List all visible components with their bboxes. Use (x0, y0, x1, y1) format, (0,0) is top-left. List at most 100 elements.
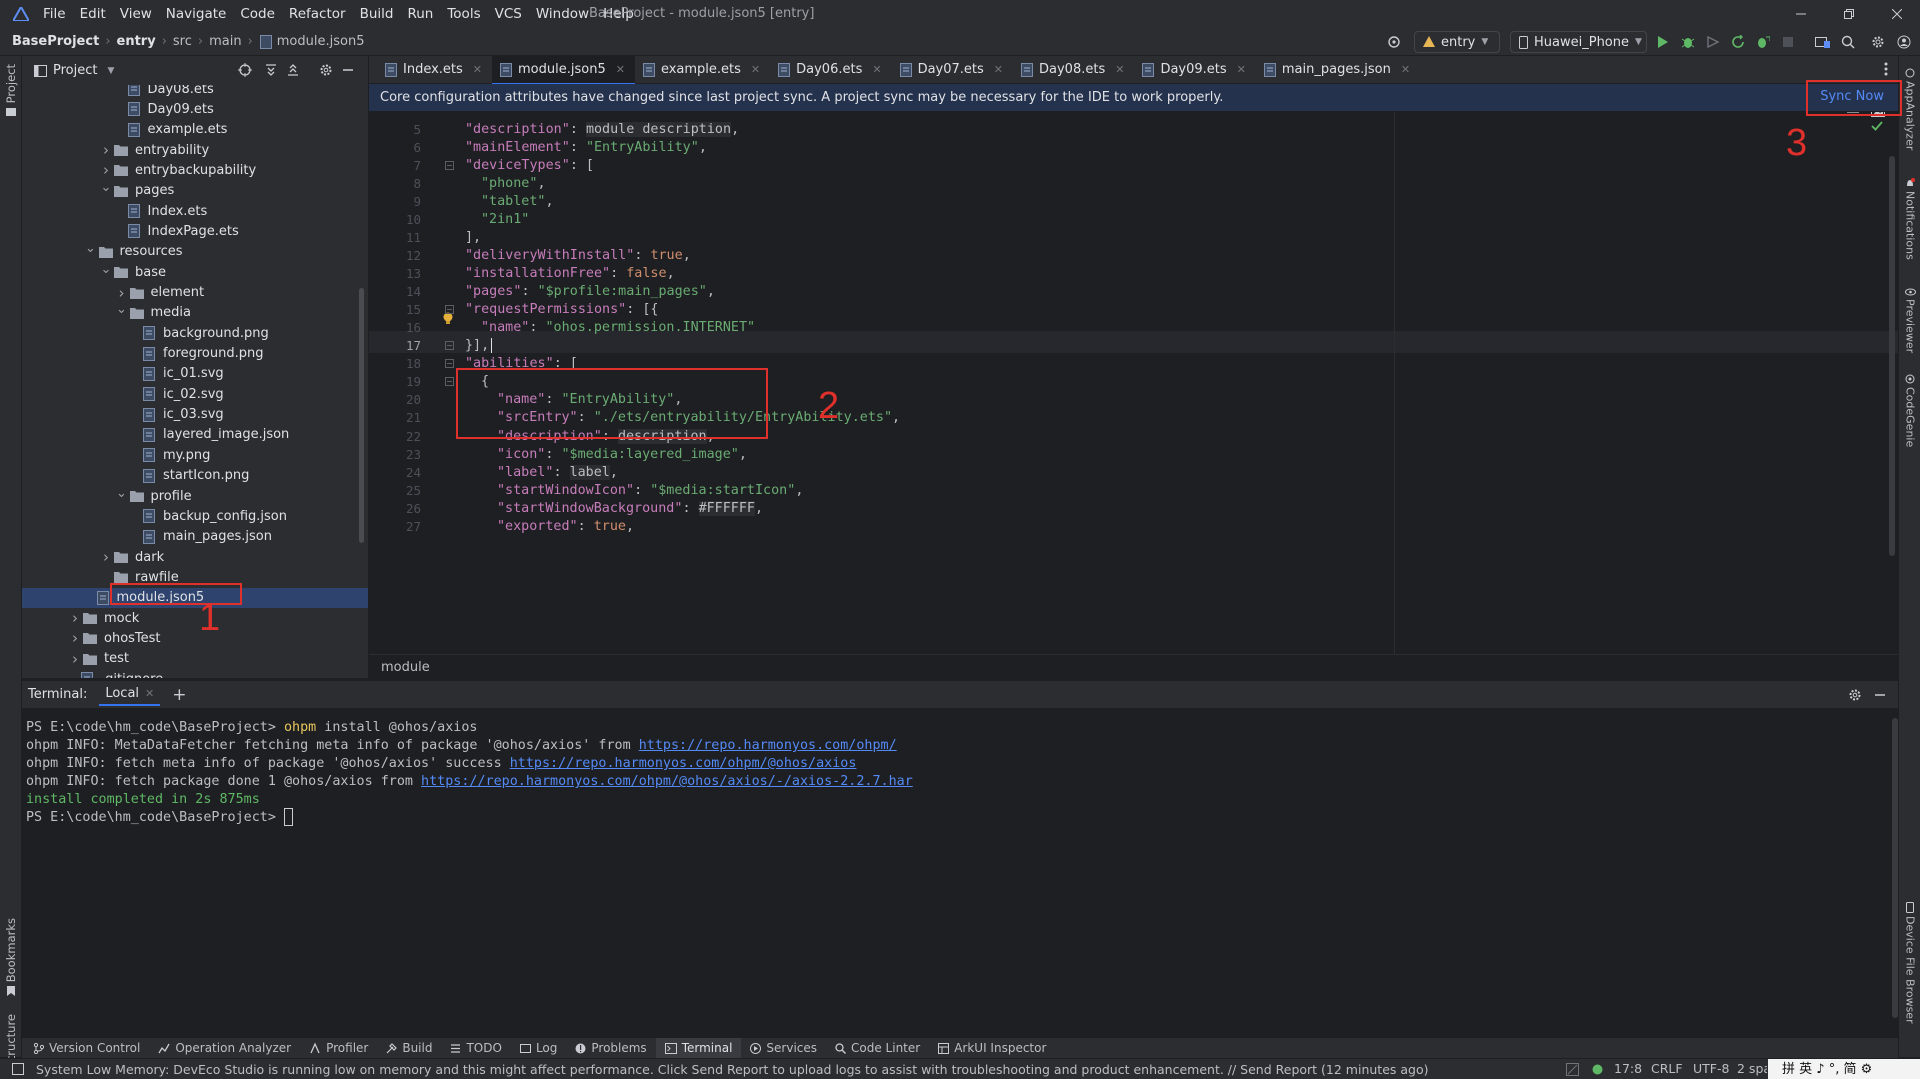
editor-tab[interactable]: Day07.ets ✕ (892, 56, 1013, 84)
tree-file-row[interactable]: IndexPage.ets (22, 221, 368, 241)
terminal-link[interactable]: https://repo.harmonyos.com/ohpm/@ohos/ax… (421, 774, 913, 789)
tree-file-row[interactable]: main_pages.json (22, 527, 368, 547)
menu-window[interactable]: Window (529, 0, 596, 28)
apply-changes-icon[interactable] (1730, 34, 1746, 50)
code-line[interactable]: "name": "ohos.permission.INTERNET" (481, 317, 755, 339)
breadcrumb-src[interactable]: src (173, 34, 192, 49)
editor-tab[interactable]: Day08.ets ✕ (1013, 56, 1134, 84)
tree-file-row[interactable]: layered_image.json (22, 425, 368, 445)
fold-marker-icon[interactable] (445, 161, 454, 171)
tree-folder-row[interactable]: ⌄ profile (22, 486, 368, 506)
tree-file-row[interactable]: ic_01.svg (22, 364, 368, 384)
close-tab-icon[interactable]: ✕ (473, 63, 482, 76)
tree-scrollbar[interactable] (359, 288, 364, 543)
chevron-down-icon[interactable]: ⌄ (98, 180, 114, 195)
menu-build[interactable]: Build (353, 0, 401, 28)
fold-marker-icon[interactable] (445, 377, 454, 387)
tool-tab-terminal[interactable]: Terminal (655, 1037, 742, 1059)
ime-toolbar[interactable]: 拼 英 ♪ °, 简 ⚙ (1768, 1059, 1920, 1079)
previewer-tool-button[interactable]: Previewer (1902, 288, 1918, 353)
terminal-scrollbar[interactable] (1892, 718, 1898, 1018)
menu-vcs[interactable]: VCS (488, 0, 529, 28)
chevron-down-icon[interactable]: ⌄ (83, 241, 99, 256)
device-manager-icon[interactable] (1815, 34, 1831, 50)
file-encoding[interactable]: UTF-8 (1693, 1061, 1729, 1076)
breadcrumb-main[interactable]: main (209, 34, 241, 49)
tree-file-row[interactable]: Index.ets (22, 201, 368, 221)
chevron-down-icon[interactable]: ⌄ (114, 302, 130, 317)
close-tab-icon[interactable]: ✕ (1237, 63, 1246, 76)
locate-file-icon[interactable] (238, 63, 252, 77)
tool-tab-arkui-inspector[interactable]: ArkUI Inspector (929, 1038, 1055, 1059)
terminal-output[interactable]: PS E:\code\hm_code\BaseProject> ohpm ins… (22, 708, 1898, 1037)
tree-file-row[interactable]: my.png (22, 445, 368, 465)
menu-view[interactable]: View (113, 0, 159, 28)
chevron-right-icon[interactable]: › (98, 161, 114, 179)
tree-folder-row[interactable]: ⌄ pages (22, 180, 368, 201)
code-line[interactable]: "2in1" (481, 209, 529, 231)
menu-refactor[interactable]: Refactor (282, 0, 353, 28)
tree-file-row[interactable]: example.ets (22, 120, 368, 140)
terminal-tab-local[interactable]: Local ✕ (99, 684, 161, 706)
menu-run[interactable]: Run (400, 0, 440, 28)
tool-tab-services[interactable]: Services (741, 1038, 826, 1059)
menu-edit[interactable]: Edit (73, 0, 113, 28)
menu-navigate[interactable]: Navigate (159, 0, 234, 28)
run-icon[interactable] (1655, 34, 1671, 50)
close-tab-icon[interactable]: ✕ (872, 63, 881, 76)
settings-icon[interactable] (1870, 34, 1886, 50)
close-tab-icon[interactable]: ✕ (145, 687, 154, 700)
chevron-down-icon[interactable]: ⌄ (114, 486, 130, 501)
close-tab-icon[interactable]: ✕ (1115, 63, 1124, 76)
tree-folder-row[interactable]: › ohosTest (22, 628, 368, 648)
tree-file-row[interactable]: .gitignore (22, 669, 368, 678)
editor-tab[interactable]: Day09.ets ✕ (1134, 56, 1255, 84)
tree-file-row[interactable]: background.png (22, 323, 368, 343)
appanalyzer-tool-button[interactable]: AppAnalyzer (1902, 68, 1918, 150)
chevron-right-icon[interactable]: › (98, 548, 114, 566)
minimize-button[interactable] (1778, 0, 1824, 28)
tool-tab-log[interactable]: Log (511, 1038, 566, 1059)
bookmarks-tool-button[interactable]: Bookmarks (3, 918, 19, 998)
editor-breadcrumb-item[interactable]: module (381, 660, 430, 675)
device-file-browser-tool-button[interactable]: Device File Browser (1902, 902, 1918, 1024)
profile-run-icon[interactable] (1705, 34, 1721, 50)
chevron-right-icon[interactable]: › (114, 284, 130, 302)
tree-file-row[interactable]: Day08.ets (22, 85, 368, 99)
gear-icon[interactable] (319, 63, 333, 77)
tree-file-row[interactable]: foreground.png (22, 344, 368, 364)
line-separator[interactable]: CRLF (1651, 1061, 1683, 1076)
restore-button[interactable] (1826, 0, 1872, 28)
breadcrumb-file[interactable]: module.json5 (277, 34, 365, 49)
chevron-right-icon[interactable]: › (67, 609, 83, 627)
menu-file[interactable]: File (36, 0, 73, 28)
hide-panel-icon[interactable] (342, 63, 354, 77)
editor-tab[interactable]: main_pages.json ✕ (1256, 56, 1420, 84)
close-window-button[interactable] (1874, 0, 1920, 28)
tree-folder-row[interactable]: › dark (22, 547, 368, 567)
codegenie-tool-button[interactable]: CodeGenie (1902, 374, 1918, 447)
new-terminal-plus-icon[interactable]: + (172, 685, 186, 705)
tree-file-row[interactable]: ic_03.svg (22, 405, 368, 425)
code-line[interactable]: "exported": true, (497, 516, 634, 538)
tool-tab-profiler[interactable]: Profiler (300, 1038, 377, 1059)
chevron-right-icon[interactable]: › (67, 629, 83, 647)
chevron-right-icon[interactable]: › (98, 141, 114, 159)
tree-file-row[interactable]: startIcon.png (22, 466, 368, 486)
editor-tab[interactable]: Index.ets ✕ (377, 56, 492, 84)
editor-tab[interactable]: example.ets ✕ (635, 56, 770, 84)
hide-terminal-icon[interactable] (1874, 688, 1886, 702)
target-icon[interactable] (1386, 34, 1402, 50)
tree-folder-row[interactable]: ⌄ base (22, 262, 368, 282)
editor-tab[interactable]: module.json5 ✕ (492, 55, 635, 85)
editor-tab[interactable]: Day06.ets ✕ (770, 56, 891, 84)
tool-tab-code-linter[interactable]: Code Linter (826, 1038, 929, 1059)
collapse-all-icon[interactable] (286, 63, 300, 77)
chevron-down-icon[interactable]: ⌄ (98, 262, 114, 277)
terminal-link[interactable]: https://repo.harmonyos.com/ohpm/@ohos/ax… (510, 756, 857, 771)
indent-setting[interactable]: 2 spa (1737, 1061, 1767, 1076)
search-icon[interactable] (1840, 34, 1856, 50)
breadcrumb-entry[interactable]: entry (117, 34, 156, 49)
account-icon[interactable] (1896, 34, 1912, 50)
memory-indicator-icon[interactable] (1566, 1063, 1579, 1076)
